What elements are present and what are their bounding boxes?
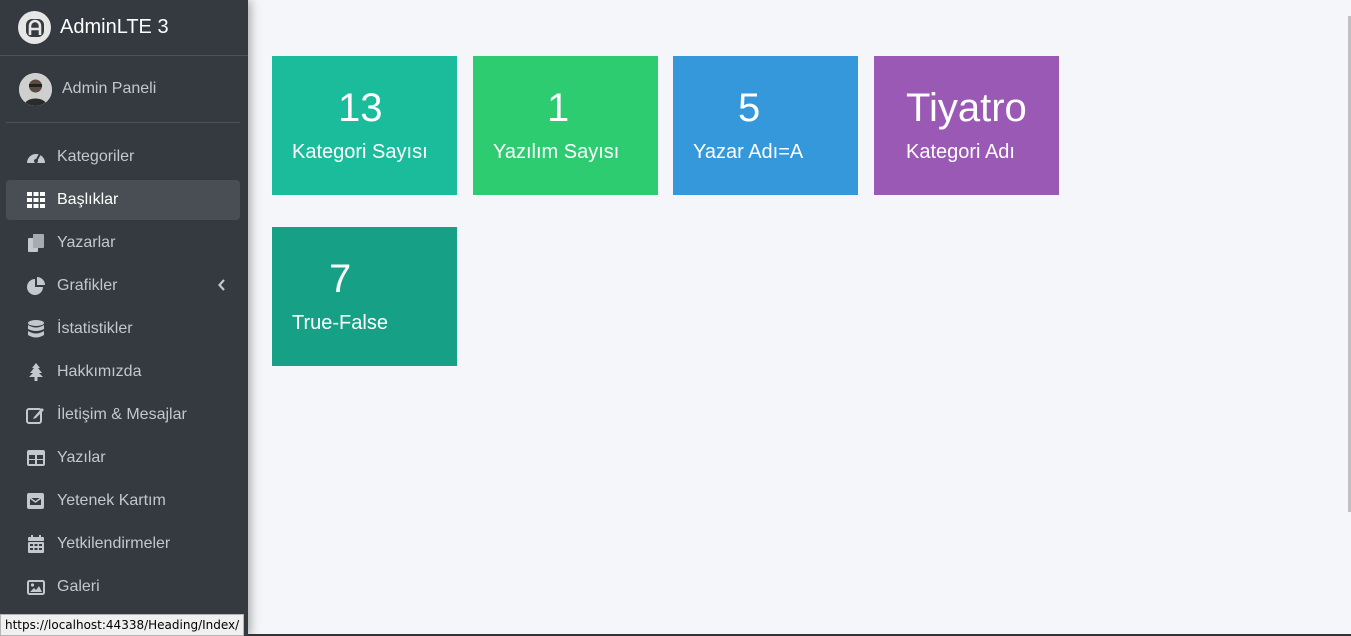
sidebar-item-label: Başlıklar: [57, 191, 119, 208]
stat-value: 1: [547, 86, 570, 130]
tachometer-icon: [25, 147, 46, 167]
brand-title: AdminLTE 3: [60, 16, 169, 38]
stat-box-yazar-adi[interactable]: 5 Yazar Adı=A: [673, 56, 858, 195]
stat-box-kategori-sayisi[interactable]: 13 Kategori Sayısı: [272, 56, 457, 195]
sidebar-item-label: Yazarlar: [57, 234, 116, 251]
stat-value: 7: [329, 257, 352, 301]
status-url: https://localhost:44338/Heading/Index/: [5, 618, 240, 632]
user-name: Admin Paneli: [62, 80, 157, 97]
stat-value: Tiyatro: [906, 86, 1027, 130]
sidebar-item-yazarlar[interactable]: Yazarlar: [6, 223, 240, 263]
sidebar-nav: Kategoriler Başlıklar Yazarlar Grafikler: [0, 137, 248, 610]
stat-label: True-False: [292, 312, 388, 334]
user-panel[interactable]: Admin Paneli: [6, 56, 240, 123]
sidebar-item-istatistikler[interactable]: İstatistikler: [6, 309, 240, 349]
envelope-icon: [25, 491, 46, 511]
sidebar-item-label: Yazılar: [57, 449, 106, 466]
tree-icon: [25, 362, 46, 382]
sidebar-item-iletisim[interactable]: İletişim & Mesajlar: [6, 395, 240, 435]
stat-label: Kategori Sayısı: [292, 141, 428, 163]
sidebar-item-kategoriler[interactable]: Kategoriler: [6, 137, 240, 177]
edit-icon: [25, 405, 46, 425]
database-icon: [25, 319, 46, 339]
sidebar-item-label: Yetkilendirmeler: [57, 535, 171, 552]
sidebar-item-yazilar[interactable]: Yazılar: [6, 438, 240, 478]
user-avatar: [19, 72, 52, 106]
stat-label: Kategori Adı: [906, 141, 1015, 163]
sidebar-item-yetenek-kartim[interactable]: Yetenek Kartım: [6, 481, 240, 521]
sidebar-item-label: Yetenek Kartım: [57, 492, 166, 509]
sidebar-item-grafikler[interactable]: Grafikler: [6, 266, 240, 306]
stat-label: Yazar Adı=A: [693, 141, 804, 163]
image-icon: [25, 577, 46, 597]
sidebar-item-label: Grafikler: [57, 277, 118, 294]
sidebar-item-basliklar[interactable]: Başlıklar: [6, 180, 240, 220]
sidebar-item-label: Hakkımızda: [57, 363, 142, 380]
stat-value: 5: [738, 86, 761, 130]
calendar-icon: [25, 534, 46, 554]
sidebar-item-galeri[interactable]: Galeri: [6, 567, 240, 607]
sidebar-item-label: Kategoriler: [57, 148, 135, 165]
sidebar-item-hakkimizda[interactable]: Hakkımızda: [6, 352, 240, 392]
sidebar-item-label: Galeri: [57, 578, 100, 595]
stat-box-true-false[interactable]: 7 True-False: [272, 227, 457, 366]
brand-link[interactable]: AdminLTE 3: [0, 0, 248, 56]
stat-label: Yazılım Sayısı: [493, 141, 620, 163]
th-grid-icon: [25, 190, 46, 210]
copy-icon: [25, 233, 46, 253]
adminlte-logo-icon: [18, 11, 51, 44]
sidebar: AdminLTE 3 Admin Paneli Kategoriler Başl…: [0, 0, 248, 636]
chevron-left-icon[interactable]: [218, 278, 226, 296]
table-icon: [25, 448, 46, 468]
stat-box-kategori-adi[interactable]: Tiyatro Kategori Adı: [874, 56, 1059, 195]
stat-value: 13: [338, 86, 383, 130]
sidebar-item-label: İstatistikler: [57, 320, 133, 337]
stat-box-yazilim-sayisi[interactable]: 1 Yazılım Sayısı: [473, 56, 658, 195]
sidebar-item-label: İletişim & Mesajlar: [57, 406, 187, 423]
sidebar-item-yetkilendirmeler[interactable]: Yetkilendirmeler: [6, 524, 240, 564]
pie-chart-icon: [25, 276, 46, 296]
browser-status-bar: https://localhost:44338/Heading/Index/: [0, 614, 245, 636]
